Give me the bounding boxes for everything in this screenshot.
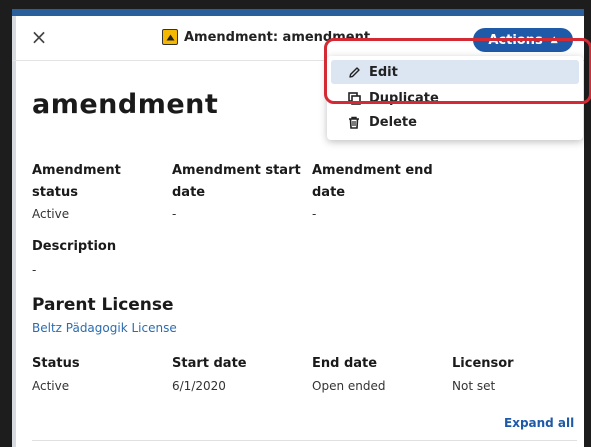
duplicate-icon xyxy=(345,91,363,105)
caret-up-icon: ▲ xyxy=(550,35,558,45)
actions-button[interactable]: Actions ▲ xyxy=(473,28,573,52)
window-frame-right xyxy=(584,0,591,447)
amendment-icon xyxy=(162,29,178,45)
menu-item-edit[interactable]: Edit xyxy=(331,60,579,84)
pencil-icon xyxy=(345,66,363,79)
menu-item-delete[interactable]: Delete xyxy=(331,110,579,134)
menu-item-label: Duplicate xyxy=(369,90,439,106)
amendment-end-date-value: - xyxy=(312,207,317,221)
license-start-date-value: 6/1/2020 xyxy=(172,379,226,393)
actions-button-label: Actions xyxy=(488,32,543,48)
label-line: date xyxy=(312,185,346,200)
amendment-end-date-label: Amendment end date xyxy=(312,160,433,204)
license-start-date-label: Start date xyxy=(172,356,247,371)
window-frame-left xyxy=(0,0,12,447)
record-pane: × Amendment: amendment Actions ▲ Edit Du… xyxy=(12,16,591,447)
amendment-status-value: Active xyxy=(32,207,70,221)
parent-license-link[interactable]: Beltz Pädagogik License xyxy=(32,321,177,335)
parent-license-heading: Parent License xyxy=(32,295,174,315)
record-title: amendment xyxy=(32,89,219,120)
description-label: Description xyxy=(32,239,117,254)
label-line: Amendment xyxy=(32,163,121,178)
pane-title-text: Amendment: amendment xyxy=(184,29,371,45)
actions-dropdown-menu: Edit Duplicate Delete xyxy=(327,56,583,140)
label-line: date xyxy=(172,185,206,200)
close-icon[interactable]: × xyxy=(28,26,50,48)
licensor-label: Licensor xyxy=(452,356,514,371)
amendment-start-date-value: - xyxy=(172,207,177,221)
trash-icon xyxy=(345,116,363,129)
description-value: - xyxy=(32,263,37,277)
license-status-value: Active xyxy=(32,379,70,393)
license-end-date-value: Open ended xyxy=(312,379,386,393)
license-status-label: Status xyxy=(32,356,80,371)
label-line: Amendment start xyxy=(172,163,301,178)
licensor-value: Not set xyxy=(452,379,496,393)
amendment-start-date-label: Amendment start date xyxy=(172,160,301,204)
pane-title: Amendment: amendment xyxy=(162,29,370,45)
license-end-date-label: End date xyxy=(312,356,378,371)
expand-all-button[interactable]: Expand all xyxy=(504,416,574,430)
label-line: status xyxy=(32,185,78,200)
menu-item-label: Delete xyxy=(369,114,417,130)
app-top-bar xyxy=(12,9,584,16)
pane-header: × Amendment: amendment Actions ▲ xyxy=(12,16,584,61)
amendment-status-label: Amendment status xyxy=(32,160,121,204)
label-line: Amendment end xyxy=(312,163,433,178)
menu-item-duplicate[interactable]: Duplicate xyxy=(331,86,579,110)
divider xyxy=(32,440,577,441)
window-frame-top xyxy=(0,0,591,9)
pane-left-border xyxy=(12,16,16,447)
menu-item-label: Edit xyxy=(369,64,398,80)
